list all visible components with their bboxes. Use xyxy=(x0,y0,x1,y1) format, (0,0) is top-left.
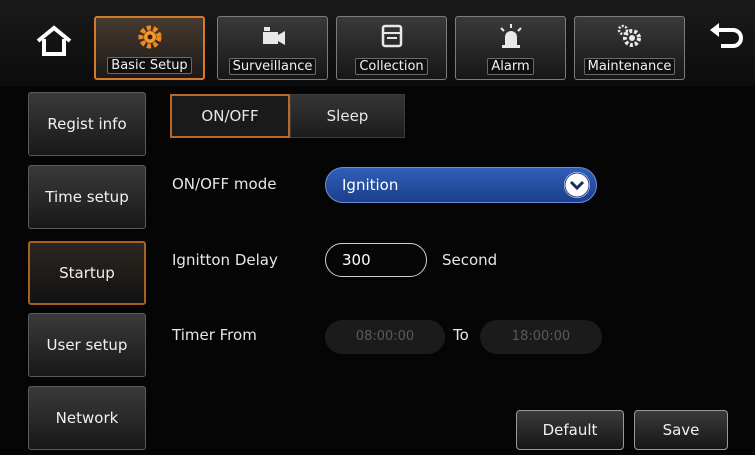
delay-unit-label: Second xyxy=(442,251,498,269)
sidebar-item-regist-info[interactable]: Regist info xyxy=(28,92,146,156)
startup-panel: ON/OFF Sleep ON/OFF mode Ignition Ignitt… xyxy=(150,88,750,450)
tab-label: Alarm xyxy=(487,58,534,75)
save-button[interactable]: Save xyxy=(634,410,728,450)
chevron-down-icon xyxy=(564,172,590,198)
default-button[interactable]: Default xyxy=(516,410,624,450)
tab-alarm[interactable]: Alarm xyxy=(455,16,566,80)
back-button[interactable] xyxy=(705,22,745,58)
tab-onoff[interactable]: ON/OFF xyxy=(170,94,290,138)
sidebar-item-network[interactable]: Network xyxy=(28,386,146,450)
default-button-label: Default xyxy=(542,421,598,439)
tab-label: Collection xyxy=(355,58,428,75)
onoff-mode-label: ON/OFF mode xyxy=(172,175,277,193)
gears-icon xyxy=(617,24,641,47)
timer-from-input[interactable]: 08:00:00 xyxy=(325,320,445,354)
onoff-mode-select[interactable]: Ignition xyxy=(325,167,597,203)
sidebar-item-label: User setup xyxy=(46,336,128,354)
subtab-label: Sleep xyxy=(326,107,369,125)
back-arrow-icon xyxy=(710,23,743,48)
storage-icon xyxy=(381,24,402,48)
sidebar-item-label: Time setup xyxy=(45,188,129,206)
tab-label: Maintenance xyxy=(583,58,676,75)
alarm-light-icon xyxy=(499,24,522,48)
sidebar-item-startup[interactable]: Startup xyxy=(28,241,146,305)
tab-surveillance[interactable]: Surveillance xyxy=(217,16,328,80)
timer-to-input[interactable]: 18:00:00 xyxy=(480,320,602,354)
tab-collection[interactable]: Collection xyxy=(336,16,447,80)
sidebar-item-label: Startup xyxy=(59,264,115,282)
tab-basic-setup[interactable]: Basic Setup xyxy=(94,16,205,80)
tab-label: Basic Setup xyxy=(107,57,192,74)
sidebar-item-user-setup[interactable]: User setup xyxy=(28,313,146,377)
timer-to-label: To xyxy=(453,326,469,344)
timer-from-value: 08:00:00 xyxy=(355,329,415,344)
subtab-label: ON/OFF xyxy=(201,107,259,125)
ignition-delay-value: 300 xyxy=(342,251,371,269)
timer-to-value: 18:00:00 xyxy=(511,329,571,344)
ignition-delay-label: Ignitton Delay xyxy=(172,251,278,269)
save-button-label: Save xyxy=(662,421,700,439)
gear-icon xyxy=(138,25,161,49)
home-button[interactable] xyxy=(34,24,74,58)
sidebar-item-label: Network xyxy=(55,409,119,427)
home-icon xyxy=(36,25,72,56)
sidebar-item-time-setup[interactable]: Time setup xyxy=(28,165,146,229)
top-nav-bar: Basic Setup Surveillance Collection Alar… xyxy=(0,0,755,86)
tab-sleep[interactable]: Sleep xyxy=(290,94,405,138)
tab-label: Surveillance xyxy=(228,58,317,75)
ignition-delay-input[interactable]: 300 xyxy=(325,243,427,277)
onoff-mode-value: Ignition xyxy=(342,176,399,194)
camera-icon xyxy=(262,27,285,45)
sidebar-item-label: Regist info xyxy=(47,115,127,133)
tab-maintenance[interactable]: Maintenance xyxy=(574,16,685,80)
timer-from-label: Timer From xyxy=(172,326,257,344)
settings-screen: Basic Setup Surveillance Collection Alar… xyxy=(0,0,755,455)
